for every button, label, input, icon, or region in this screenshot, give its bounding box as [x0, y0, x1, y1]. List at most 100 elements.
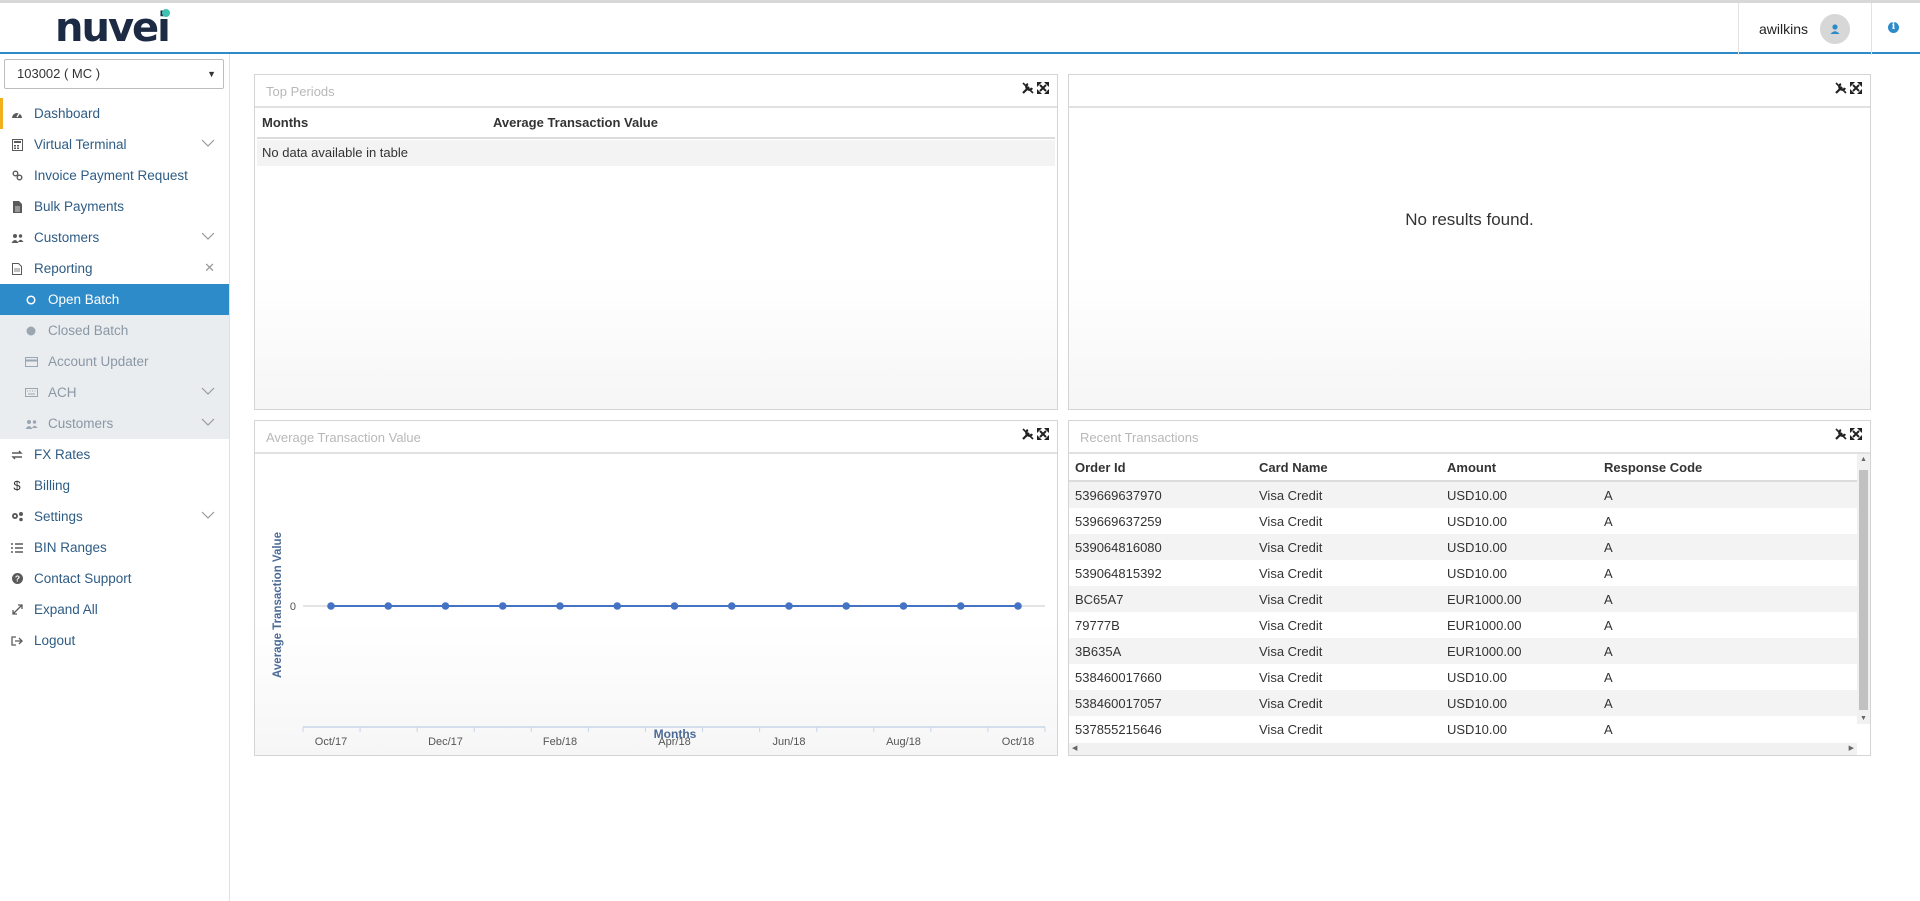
wrench-icon[interactable] — [1022, 428, 1034, 440]
col-card-name[interactable]: Card Name — [1259, 460, 1447, 475]
header-divider — [257, 137, 1055, 139]
fullscreen-icon[interactable] — [1850, 428, 1862, 440]
data-point[interactable] — [384, 602, 393, 610]
merchant-select[interactable]: 103002 ( MC ) ▼ — [4, 59, 224, 89]
chevron-down-icon[interactable] — [201, 510, 215, 520]
wrench-icon[interactable] — [1835, 82, 1847, 94]
scroll-down-icon[interactable]: ▼ — [1860, 715, 1867, 722]
sidebar-item-contact-support[interactable]: ? Contact Support — [0, 563, 229, 594]
sidebar-item-label: Billing — [34, 478, 71, 493]
sidebar-item-label: ACH — [48, 385, 77, 400]
table-header: Months Average Transaction Value — [261, 115, 1051, 135]
table-row[interactable]: 538460017660 Visa Credit USD10.00 A — [1069, 664, 1857, 690]
data-point[interactable] — [785, 602, 793, 610]
chevron-down-icon[interactable] — [201, 386, 215, 396]
vertical-scrollbar[interactable]: ▲ ▼ — [1857, 454, 1870, 724]
scroll-left-icon[interactable]: ◀ — [1072, 744, 1077, 752]
link-icon — [10, 170, 24, 182]
scrollbar-thumb[interactable] — [1859, 470, 1868, 710]
table-row[interactable]: 3B635A Visa Credit EUR1000.00 A — [1069, 638, 1857, 664]
sidebar-item-bulk-payments[interactable]: Bulk Payments — [0, 191, 229, 222]
fullscreen-icon[interactable] — [1037, 428, 1049, 440]
col-order-id[interactable]: Order Id — [1069, 460, 1259, 475]
chevron-down-icon[interactable] — [201, 417, 215, 427]
card-name-cell: Visa Credit — [1259, 539, 1323, 555]
card-name-cell: Visa Credit — [1259, 565, 1323, 581]
fullscreen-icon[interactable] — [1037, 82, 1049, 94]
col-months[interactable]: Months — [262, 115, 308, 130]
card-name-cell: Visa Credit — [1259, 487, 1323, 503]
data-point[interactable] — [842, 602, 851, 610]
data-point[interactable] — [727, 602, 736, 610]
table-row[interactable]: 539064816080 Visa Credit USD10.00 A — [1069, 534, 1857, 560]
credit-card-icon — [24, 356, 38, 368]
merchant-select-value: 103002 ( MC ) — [17, 66, 101, 81]
sidebar-item-expand-all[interactable]: Expand All — [0, 594, 229, 625]
logo[interactable]: nuvei — [55, 7, 171, 49]
data-point[interactable] — [498, 602, 507, 610]
table-row[interactable]: 539064815392 Visa Credit USD10.00 A — [1069, 560, 1857, 586]
chevron-down-icon[interactable] — [201, 231, 215, 241]
report-icon — [10, 262, 24, 275]
scroll-right-icon[interactable]: ▶ — [1849, 744, 1854, 752]
sidebar-item-label: Bulk Payments — [34, 199, 125, 214]
chevron-down-icon[interactable] — [201, 138, 215, 148]
sidebar-item-account-updater[interactable]: Account Updater — [0, 346, 229, 377]
order-id-cell: 79777B — [1075, 617, 1120, 633]
col-avg-transaction-value[interactable]: Average Transaction Value — [493, 115, 658, 130]
data-point[interactable] — [899, 602, 908, 610]
table-row[interactable]: 539669637259 Visa Credit USD10.00 A — [1069, 508, 1857, 534]
sidebar-item-reporting[interactable]: Reporting ✕ — [0, 253, 229, 284]
sidebar-item-customers[interactable]: Customers — [0, 222, 229, 253]
fullscreen-icon[interactable] — [1850, 82, 1862, 94]
wrench-icon[interactable] — [1835, 428, 1847, 440]
amount-cell: USD10.00 — [1447, 669, 1507, 685]
x-tick-label: Aug/18 — [886, 736, 921, 748]
info-icon[interactable]: i — [1888, 22, 1899, 33]
panel-tools — [1022, 428, 1049, 440]
col-response-code[interactable]: Response Code — [1604, 460, 1804, 475]
sidebar-item-closed-batch[interactable]: Closed Batch — [0, 315, 229, 346]
panel-tools — [1022, 82, 1049, 94]
wrench-icon[interactable] — [1022, 82, 1034, 94]
sidebar-item-dashboard[interactable]: Dashboard — [0, 98, 229, 129]
x-tick-label: Jun/18 — [772, 736, 805, 748]
sidebar-item-billing[interactable]: $ Billing — [0, 470, 229, 501]
horizontal-scrollbar[interactable]: ◀ ▶ — [1069, 743, 1857, 755]
order-id-cell: 538460017660 — [1075, 669, 1162, 685]
table-row[interactable]: 538460017057 Visa Credit USD10.00 A — [1069, 690, 1857, 716]
user-avatar-icon[interactable] — [1820, 14, 1851, 44]
table-row[interactable]: 79777B Visa Credit EUR1000.00 A — [1069, 612, 1857, 638]
sidebar-item-label: Customers — [48, 416, 114, 431]
sidebar-item-sub-customers[interactable]: Customers — [0, 408, 229, 439]
data-point[interactable] — [956, 602, 965, 610]
sidebar-item-fx-rates[interactable]: FX Rates — [0, 439, 229, 470]
data-point[interactable] — [1014, 602, 1022, 610]
response-code-cell: A — [1604, 695, 1613, 711]
sidebar-item-bin-ranges[interactable]: BIN Ranges — [0, 532, 229, 563]
x-tick-label: Oct/18 — [1002, 736, 1034, 748]
sidebar-item-open-batch[interactable]: Open Batch — [0, 284, 229, 315]
data-point[interactable] — [556, 602, 564, 610]
sidebar-item-ach[interactable]: ACH — [0, 377, 229, 408]
table-row[interactable]: BC65A7 Visa Credit EUR1000.00 A — [1069, 586, 1857, 612]
data-point[interactable] — [613, 602, 622, 610]
sidebar-item-virtual-terminal[interactable]: Virtual Terminal — [0, 129, 229, 160]
data-point[interactable] — [670, 602, 679, 610]
order-id-cell: 539064815392 — [1075, 565, 1162, 581]
panel-separator — [1069, 106, 1870, 108]
panel-separator — [255, 106, 1057, 108]
collapse-x-icon[interactable]: ✕ — [204, 260, 215, 276]
col-amount[interactable]: Amount — [1447, 460, 1604, 475]
user-menu[interactable]: awilkins — [1738, 3, 1872, 55]
data-point[interactable] — [327, 602, 335, 610]
amount-cell: USD10.00 — [1447, 695, 1507, 711]
data-point[interactable] — [441, 602, 450, 610]
sidebar-item-logout[interactable]: Logout — [0, 625, 229, 656]
table-row[interactable]: 539669637970 Visa Credit USD10.00 A — [1069, 482, 1857, 508]
table-row[interactable]: 537855215646 Visa Credit USD10.00 A — [1069, 716, 1857, 742]
sidebar-item-settings[interactable]: Settings — [0, 501, 229, 532]
no-results-message: No results found. — [1405, 210, 1534, 229]
sidebar-item-invoice-payment-request[interactable]: Invoice Payment Request — [0, 160, 229, 191]
scroll-up-icon[interactable]: ▲ — [1860, 456, 1867, 463]
